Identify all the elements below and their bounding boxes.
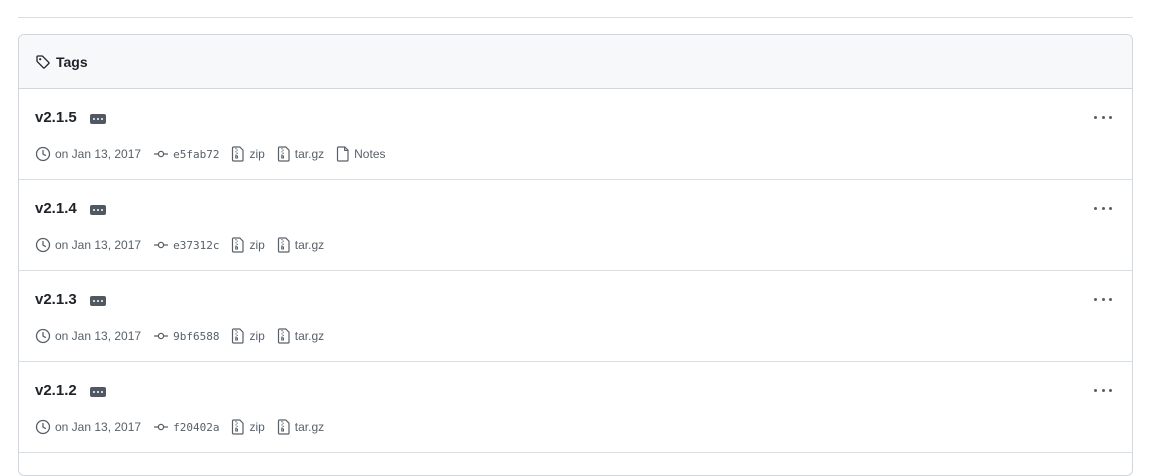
commit-message-toggle[interactable] [89,114,106,124]
download-targz-link[interactable]: tar.gz [295,420,324,434]
tag-name-link[interactable]: v2.1.2 [35,382,77,399]
kebab-menu-icon[interactable] [1094,111,1112,123]
download-zip-link[interactable]: zip [249,420,264,434]
commit-message-toggle[interactable] [89,387,106,397]
tag-date: on Jan 13, 2017 [55,329,142,343]
kebab-menu-icon[interactable] [1094,384,1112,396]
download-zip-link[interactable]: zip [249,147,264,161]
tag-row: v2.1.2 on Jan 13, 2017 f20402a zip tar.g… [19,362,1132,453]
tag-row: v2.1.3 on Jan 13, 2017 9bf6588 zip tar.g… [19,271,1132,362]
tag-name-link[interactable]: v2.1.4 [35,200,77,217]
file-zip-icon [277,328,290,344]
tag-date: on Jan 13, 2017 [55,238,142,252]
commit-message-toggle[interactable] [89,296,106,306]
download-targz-link[interactable]: tar.gz [295,147,324,161]
commit-icon [154,332,169,340]
download-targz-link[interactable]: tar.gz [295,329,324,343]
tags-header: Tags [19,35,1132,89]
tag-name-link[interactable]: v2.1.3 [35,291,77,308]
commit-sha-link[interactable]: 9bf6588 [173,330,219,343]
file-zip-icon [232,146,245,162]
clock-icon [35,328,51,344]
file-zip-icon [277,146,290,162]
download-targz-link[interactable]: tar.gz [295,238,324,252]
file-zip-icon [277,237,290,253]
file-icon [337,146,349,162]
download-zip-link[interactable]: zip [249,238,264,252]
commit-message-toggle[interactable] [89,205,106,215]
tags-box: Tags v2.1.5 on Jan 13, 2017 e5fab72 zip … [18,34,1133,476]
tag-name-link[interactable]: v2.1.5 [35,109,77,126]
download-zip-link[interactable]: zip [249,329,264,343]
top-divider [18,17,1133,18]
file-zip-icon [232,237,245,253]
tag-date: on Jan 13, 2017 [55,420,142,434]
commit-sha-link[interactable]: e37312c [173,239,219,252]
tag-icon [35,54,51,70]
commit-icon [154,241,169,249]
clock-icon [35,146,51,162]
file-zip-icon [232,328,245,344]
release-notes-link[interactable]: Notes [354,147,385,161]
tag-row: v2.1.4 on Jan 13, 2017 e37312c zip tar.g… [19,180,1132,271]
tag-date: on Jan 13, 2017 [55,147,142,161]
kebab-menu-icon[interactable] [1094,202,1112,214]
commit-icon [154,423,169,431]
commit-icon [154,150,169,158]
kebab-menu-icon[interactable] [1094,293,1112,305]
tag-row: v2.1.5 on Jan 13, 2017 e5fab72 zip tar.g… [19,89,1132,180]
file-zip-icon [232,419,245,435]
clock-icon [35,419,51,435]
header-title: Tags [56,53,88,70]
file-zip-icon [277,419,290,435]
commit-sha-link[interactable]: f20402a [173,421,219,434]
commit-sha-link[interactable]: e5fab72 [173,148,219,161]
clock-icon [35,237,51,253]
